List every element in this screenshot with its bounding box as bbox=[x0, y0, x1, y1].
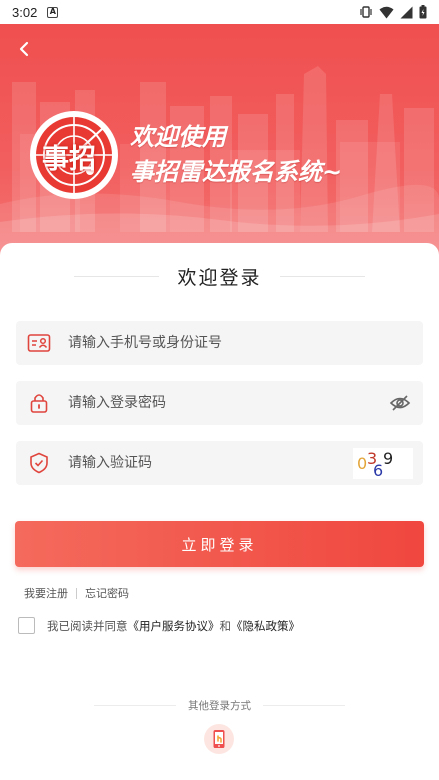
captcha-char: 9 bbox=[383, 449, 394, 468]
password-input[interactable] bbox=[68, 388, 348, 418]
divider bbox=[279, 275, 365, 277]
vibrate-icon bbox=[360, 6, 372, 18]
phone-login-button[interactable] bbox=[204, 724, 234, 754]
id-card-icon bbox=[27, 334, 51, 352]
divider bbox=[94, 704, 176, 706]
battery-icon bbox=[419, 5, 427, 19]
app-logo: 事招 bbox=[28, 109, 120, 201]
captcha-char: 0 bbox=[357, 454, 368, 473]
wifi-icon bbox=[379, 6, 394, 18]
banner-title: 欢迎使用 事招雷达报名系统~ bbox=[130, 120, 342, 190]
notification-icon: A bbox=[47, 6, 59, 18]
privacy-policy-link[interactable]: 《隐私政策》 bbox=[231, 618, 300, 634]
user-agreement-link[interactable]: 《用户服务协议》 bbox=[128, 618, 220, 634]
captcha-char: 6 bbox=[373, 461, 384, 480]
password-field[interactable] bbox=[16, 381, 423, 425]
phone-login-icon bbox=[213, 730, 225, 748]
signal-icon bbox=[400, 6, 413, 18]
login-card: 欢迎登录 0 3 9 bbox=[0, 243, 439, 780]
account-input[interactable] bbox=[68, 328, 348, 358]
agreement-text: 我已阅读并同意 bbox=[47, 618, 128, 633]
divider bbox=[263, 704, 345, 706]
eye-off-icon[interactable] bbox=[389, 392, 411, 414]
captcha-field[interactable]: 0 3 9 6 bbox=[16, 441, 423, 485]
account-links: 我要注册 忘记密码 bbox=[24, 585, 129, 601]
divider bbox=[74, 275, 160, 277]
login-button[interactable]: 立即登录 bbox=[15, 521, 424, 567]
lock-icon bbox=[30, 394, 48, 413]
register-link[interactable]: 我要注册 bbox=[24, 585, 68, 601]
status-time: 3:02 bbox=[12, 4, 38, 20]
forgot-password-link[interactable]: 忘记密码 bbox=[85, 585, 129, 601]
other-login-title: 其他登录方式 bbox=[188, 699, 251, 712]
welcome-title: 欢迎登录 bbox=[177, 266, 262, 289]
welcome-header: 欢迎登录 bbox=[0, 263, 439, 289]
back-icon[interactable] bbox=[14, 38, 36, 60]
status-bar: 3:02 A bbox=[0, 0, 439, 24]
divider bbox=[76, 587, 77, 599]
logo-text: 事招 bbox=[42, 144, 96, 175]
banner-title-line2: 事招雷达报名系统~ bbox=[130, 158, 343, 186]
shield-check-icon bbox=[30, 452, 48, 474]
agreement-and-text: 和 bbox=[219, 618, 232, 633]
captcha-image[interactable]: 0 3 9 6 bbox=[353, 448, 413, 480]
account-field[interactable] bbox=[16, 321, 423, 365]
agreement-checkbox[interactable] bbox=[18, 617, 35, 634]
header-banner: 事招 欢迎使用 事招雷达报名系统~ bbox=[0, 24, 439, 260]
captcha-input[interactable] bbox=[68, 448, 348, 478]
other-login-header: 其他登录方式 bbox=[0, 697, 439, 713]
banner-title-line1: 欢迎使用 bbox=[130, 123, 226, 151]
agreement-row: 我已阅读并同意 《用户服务协议》 和 《隐私政策》 bbox=[18, 617, 300, 634]
status-icons bbox=[359, 5, 427, 19]
